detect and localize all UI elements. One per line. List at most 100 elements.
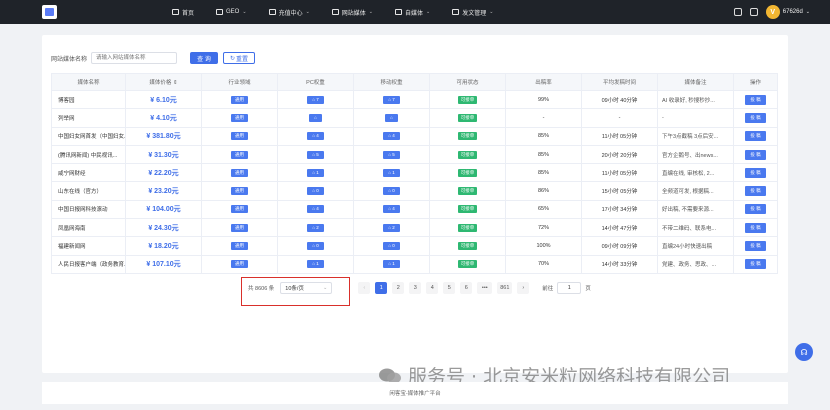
page-button[interactable]: 861 — [497, 282, 513, 294]
mobile-weight: 1 — [392, 169, 395, 175]
goto-page-input[interactable]: 1 — [557, 282, 582, 294]
publish-rate: 86% — [505, 181, 582, 201]
media-price: ¥ 107.10元 — [125, 254, 202, 274]
pc-weight-cell: ⌂ 5 — [277, 144, 354, 165]
nav-item-label: 充值中心 — [278, 10, 303, 17]
industry-tag: 通用 — [231, 205, 248, 214]
submit-button[interactable]: 投 稿 — [745, 222, 766, 233]
avg-publish-time: 17小时 34分钟 — [581, 199, 658, 220]
industry-cell: 通用 — [201, 144, 278, 165]
industry-cell: 通用 — [201, 89, 278, 110]
column-header: 可用状态 — [429, 73, 506, 91]
nav-item-3[interactable]: 网站媒体 ⌄ — [331, 8, 373, 17]
publish-rate: - — [505, 108, 582, 128]
media-table: 媒体名称 媒体价格 ⇕ 行业领域 PC权重 移动权重 可用状态 出稿率 平均发稿时间 媒体备注操… — [51, 73, 778, 274]
column-header[interactable]: 媒体价格 ⇕ — [125, 73, 202, 91]
avatar[interactable]: V — [765, 5, 780, 19]
media-note: 直编在线, 审核松, 2... — [657, 163, 734, 183]
username[interactable]: 67626d — [783, 9, 803, 15]
submit-button[interactable]: 投 稿 — [745, 259, 766, 270]
mobile-weight-cell: ⌂ 2 — [353, 218, 430, 238]
home-icon — [172, 9, 179, 15]
submit-button[interactable]: 投 稿 — [745, 186, 766, 197]
media-price: ¥ 31.30元 — [125, 144, 202, 165]
nav-item-label: 发文管理 — [462, 10, 487, 17]
industry-tag: 通用 — [231, 113, 248, 122]
logo[interactable] — [42, 5, 57, 19]
column-header: 行业领域 — [201, 73, 278, 91]
column-header: PC权重 — [277, 73, 354, 91]
page-button[interactable]: 6 — [460, 282, 473, 294]
column-header: 操作 — [733, 73, 778, 91]
shirt-icon[interactable] — [733, 8, 742, 16]
weight-badge: ⌂ 5 — [383, 150, 400, 159]
weight-badge: ⌂ 0 — [383, 242, 400, 251]
action-cell: 投 稿 — [733, 163, 778, 183]
industry-tag: 通用 — [231, 150, 248, 159]
weight-badge: ⌂ — [309, 113, 322, 122]
page-button[interactable]: 1 — [375, 282, 388, 294]
pc-weight-cell: ⌂ 0 — [277, 236, 354, 256]
status-cell: 可接单 — [429, 89, 506, 110]
chevron-down-icon[interactable]: ⌄ — [806, 9, 810, 15]
submit-button[interactable]: 投 稿 — [745, 149, 766, 160]
submit-button[interactable]: 投 稿 — [745, 131, 766, 142]
filter-label: 网站媒体名称 — [51, 56, 88, 63]
user-area: V 67626d ⌄ — [733, 0, 810, 24]
weight-badge: ⌂ 4 — [307, 132, 324, 141]
bell-icon[interactable] — [749, 8, 758, 16]
media-name-input[interactable] — [91, 52, 178, 64]
status-badge: 可接单 — [457, 205, 478, 214]
mobile-weight-cell: ⌂ 4 — [353, 199, 430, 220]
industry-cell: 通用 — [201, 199, 278, 220]
pc-weight-cell: ⌂ 2 — [277, 218, 354, 238]
nav-item-1[interactable]: GEO ⌄ — [216, 9, 247, 15]
submit-button[interactable]: 投 稿 — [745, 167, 766, 178]
column-header: 出稿率 — [505, 73, 582, 91]
status-cell: 可接单 — [429, 236, 506, 256]
weight-badge: ⌂ 0 — [383, 187, 400, 196]
page-list: 1 2 3 4 5 6 ••• 861 — [375, 282, 517, 294]
page-button[interactable]: 2 — [392, 282, 405, 294]
status-badge: 可接单 — [457, 168, 478, 177]
headset-icon[interactable]: ☊ — [795, 343, 813, 361]
industry-cell: 通用 — [201, 126, 278, 146]
submit-button[interactable]: 投 稿 — [745, 94, 766, 105]
weight-badge: ⌂ 1 — [383, 260, 400, 269]
pc-weight: 4 — [316, 206, 319, 212]
submit-button[interactable]: 投 稿 — [745, 241, 766, 252]
next-page-button[interactable]: › — [517, 282, 530, 294]
status-cell: 可接单 — [429, 144, 506, 165]
page-button[interactable]: ••• — [477, 282, 493, 294]
reset-button[interactable]: ↻ 重置 — [223, 52, 256, 64]
status-badge: 可接单 — [457, 113, 478, 122]
wallet-icon — [268, 9, 276, 15]
refresh-icon: ↻ — [229, 55, 236, 62]
media-price: ¥ 104.00元 — [125, 199, 202, 220]
page-button[interactable]: 5 — [443, 282, 456, 294]
prev-page-button[interactable]: ‹ — [358, 282, 371, 294]
top-navbar: 首页 GEO ⌄ 充值中心 ⌄ 网站媒体 ⌄ 自媒体 ⌄ 发文管理 ⌄ V 67626d ⌄ — [0, 0, 830, 24]
query-button[interactable]: 查 询 — [190, 52, 219, 64]
nav-item-0[interactable]: 首页 — [172, 8, 194, 17]
media-note: 官方企鹅号、出news... — [657, 144, 734, 165]
submit-button[interactable]: 投 稿 — [745, 204, 766, 215]
nav-item-2[interactable]: 充值中心 ⌄ — [268, 8, 310, 17]
media-note: AI 收录好, 秒搜秒抄... — [657, 89, 734, 110]
page-button[interactable]: 3 — [409, 282, 422, 294]
avg-publish-time: - — [581, 108, 658, 128]
nav-item-4[interactable]: 自媒体 ⌄ — [395, 8, 430, 17]
mobile-weight: 0 — [392, 188, 395, 194]
media-price: ¥ 22.20元 — [125, 163, 202, 183]
page-button[interactable]: 4 — [426, 282, 439, 294]
avg-publish-time: 15小时 05分钟 — [581, 181, 658, 201]
pc-weight: 1 — [316, 169, 319, 175]
submit-button[interactable]: 投 稿 — [745, 112, 766, 123]
industry-tag: 通用 — [231, 168, 248, 177]
weight-badge: ⌂ 0 — [307, 187, 324, 196]
industry-cell: 通用 — [201, 163, 278, 183]
media-name: 人民日报客户端（政务教育... — [51, 254, 126, 274]
nav-item-5[interactable]: 发文管理 ⌄ — [452, 8, 493, 17]
action-cell: 投 稿 — [733, 144, 778, 165]
highlight-box — [241, 277, 350, 306]
